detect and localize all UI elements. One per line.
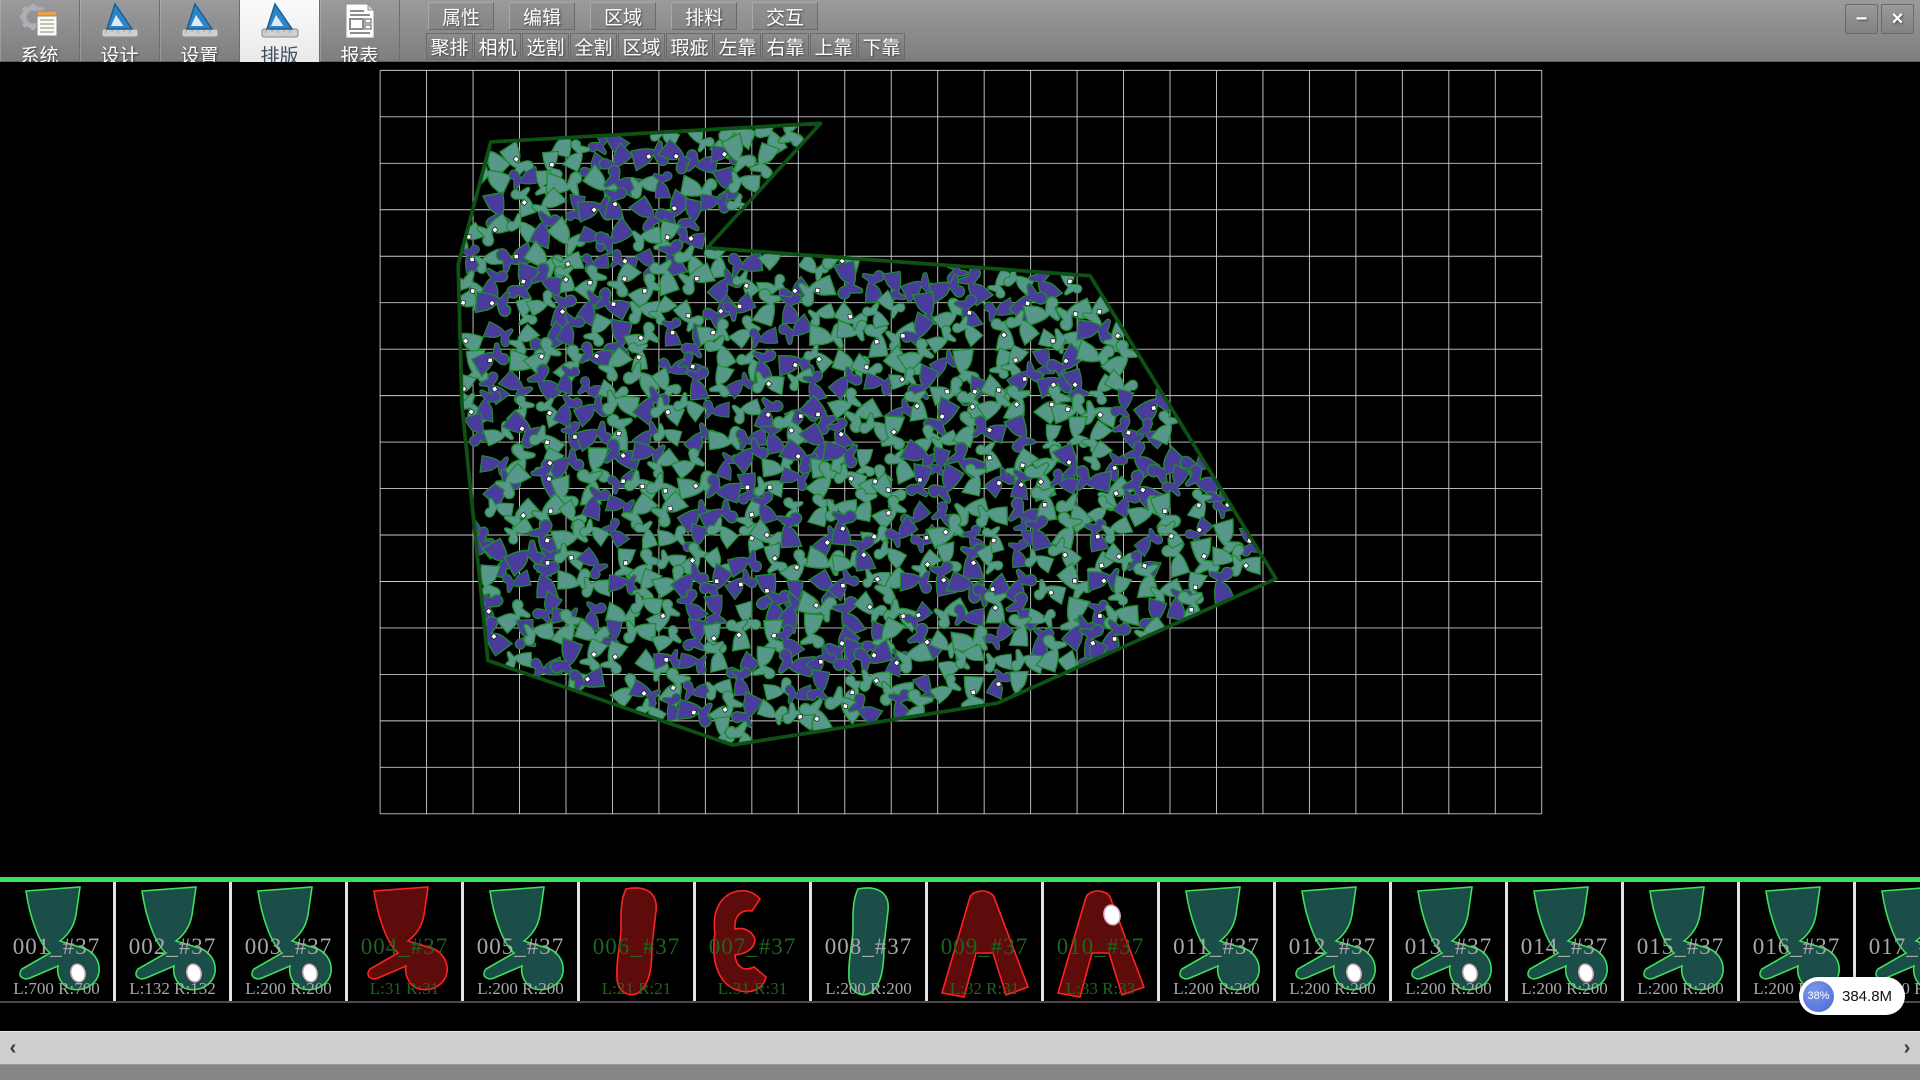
tool-button-snap-bottom[interactable]: 下靠 <box>858 33 905 60</box>
part-tile-label: 009_#37 <box>928 934 1041 960</box>
part-tile-label: 008_#37 <box>812 934 925 960</box>
part-tile-label: 011_#37 <box>1160 934 1273 960</box>
part-tile-lr-count: L:132 R:132 <box>116 979 229 999</box>
memory-badge[interactable]: 38% 384.8M <box>1799 977 1905 1015</box>
nesting-canvas[interactable] <box>0 62 1920 877</box>
scroll-left-icon[interactable]: ‹ <box>0 1037 26 1060</box>
main-tab-bar: 系统设计设置排版报表 <box>0 0 400 62</box>
part-tile-label: 003_#37 <box>232 934 345 960</box>
parts-filmstrip[interactable]: 001_#37 L:700 R:700002_#37 L:132 R:132003_… <box>0 882 1920 1003</box>
part-tile-014[interactable]: 014_#37 L:200 R:200 <box>1508 882 1624 1003</box>
canvas-svg <box>0 62 1920 877</box>
window-controls: − × <box>1845 4 1914 34</box>
part-tile-lr-count: L:31 R:31 <box>696 979 809 999</box>
part-tile-lr-count: L:200 R:200 <box>1160 979 1273 999</box>
part-tile-002[interactable]: 002_#37 L:132 R:132 <box>116 882 232 1003</box>
memory-size-label: 384.8M <box>1842 988 1892 1005</box>
tool-button-cut-all[interactable]: 全割 <box>570 33 617 60</box>
part-tile-004[interactable]: 004_#37 L:31 R:31 <box>348 882 464 1003</box>
part-tile-005[interactable]: 005_#37 L:200 R:200 <box>464 882 580 1003</box>
part-tile-label: 013_#37 <box>1392 934 1505 960</box>
part-tile-013[interactable]: 013_#37 L:200 R:200 <box>1392 882 1508 1003</box>
main-toolbar: 系统设计设置排版报表 属性编辑区域排料交互 聚排相机选割全割区域瑕疵左靠右靠上靠… <box>0 0 1920 62</box>
part-tile-label: 004_#37 <box>348 934 461 960</box>
part-tile-010[interactable]: 010_#37 L:33 R:33 <box>1044 882 1160 1003</box>
part-tile-lr-count: L:33 R:33 <box>1044 979 1157 999</box>
minimize-button[interactable]: − <box>1845 4 1878 34</box>
horizontal-scrollbar[interactable]: ‹ › <box>0 1031 1920 1064</box>
ruler-icon <box>258 2 302 40</box>
tab-system[interactable]: 系统 <box>0 0 80 62</box>
ruler-icon <box>178 2 222 40</box>
part-tile-lr-count: L:200 R:200 <box>1624 979 1737 999</box>
part-tile-lr-count: L:200 R:200 <box>464 979 577 999</box>
part-tile-015[interactable]: 015_#37 L:200 R:200 <box>1624 882 1740 1003</box>
part-tile-label: 015_#37 <box>1624 934 1737 960</box>
part-tile-label: 006_#37 <box>580 934 693 960</box>
part-tile-009[interactable]: 009_#37 L:32 R:31 <box>928 882 1044 1003</box>
menu-item-interact[interactable]: 交互 <box>752 2 818 30</box>
memory-percent-icon: 38% <box>1803 981 1834 1012</box>
part-tile-label: 016_#37 <box>1740 934 1853 960</box>
tool-button-cluster-nest[interactable]: 聚排 <box>426 33 473 60</box>
tool-button-camera[interactable]: 相机 <box>474 33 521 60</box>
tab-report[interactable]: 报表 <box>320 0 400 62</box>
part-tile-001[interactable]: 001_#37 L:700 R:700 <box>0 882 116 1003</box>
filmstrip-gap <box>0 1005 1920 1031</box>
menu-item-region[interactable]: 区域 <box>590 2 656 30</box>
status-bar <box>0 1064 1920 1080</box>
tool-button-flaw[interactable]: 瑕疵 <box>666 33 713 60</box>
part-tile-lr-count: L:31 R:31 <box>348 979 461 999</box>
part-tile-lr-count: L:200 R:200 <box>1392 979 1505 999</box>
part-tile-label: 017_#37 <box>1856 934 1920 960</box>
part-tile-012[interactable]: 012_#37 L:200 R:200 <box>1276 882 1392 1003</box>
application-window: 系统设计设置排版报表 属性编辑区域排料交互 聚排相机选割全割区域瑕疵左靠右靠上靠… <box>0 0 1920 1080</box>
part-tile-006[interactable]: 006_#37 L:21 R:21 <box>580 882 696 1003</box>
part-tile-011[interactable]: 011_#37 L:200 R:200 <box>1160 882 1276 1003</box>
scroll-right-icon[interactable]: › <box>1894 1037 1920 1060</box>
close-button[interactable]: × <box>1881 4 1914 34</box>
tool-button-select-cut[interactable]: 选割 <box>522 33 569 60</box>
part-tile-lr-count: L:700 R:700 <box>0 979 113 999</box>
part-tile-007[interactable]: 007_#37 L:31 R:31 <box>696 882 812 1003</box>
tab-design[interactable]: 设计 <box>80 0 160 62</box>
menu-item-edit[interactable]: 编辑 <box>509 2 575 30</box>
part-tile-lr-count: L:200 R:200 <box>1276 979 1389 999</box>
part-tile-lr-count: L:21 R:21 <box>580 979 693 999</box>
menu-item-nesting[interactable]: 排料 <box>671 2 737 30</box>
tab-layout[interactable]: 排版 <box>240 0 320 62</box>
part-tile-label: 007_#37 <box>696 934 809 960</box>
part-tile-label: 010_#37 <box>1044 934 1157 960</box>
tool-button-region[interactable]: 区域 <box>618 33 665 60</box>
tool-button-snap-left[interactable]: 左靠 <box>714 33 761 60</box>
part-tile-label: 001_#37 <box>0 934 113 960</box>
part-tile-label: 002_#37 <box>116 934 229 960</box>
tool-button-snap-right[interactable]: 右靠 <box>762 33 809 60</box>
report-icon <box>338 2 382 40</box>
part-tile-label: 014_#37 <box>1508 934 1621 960</box>
tool-button-row: 聚排相机选割全割区域瑕疵左靠右靠上靠下靠 <box>426 33 906 60</box>
tool-button-snap-top[interactable]: 上靠 <box>810 33 857 60</box>
part-tile-lr-count: L:200 R:200 <box>812 979 925 999</box>
part-tile-008[interactable]: 008_#37 L:200 R:200 <box>812 882 928 1003</box>
part-tile-lr-count: L:200 R:200 <box>1508 979 1621 999</box>
part-tile-label: 012_#37 <box>1276 934 1389 960</box>
tab-settings[interactable]: 设置 <box>160 0 240 62</box>
ruler-icon <box>98 2 142 40</box>
part-tile-003[interactable]: 003_#37 L:200 R:200 <box>232 882 348 1003</box>
menu-bar: 属性编辑区域排料交互 <box>428 2 833 30</box>
part-tile-lr-count: L:200 R:200 <box>232 979 345 999</box>
menu-item-properties[interactable]: 属性 <box>428 2 494 30</box>
part-tile-lr-count: L:32 R:31 <box>928 979 1041 999</box>
part-tile-label: 005_#37 <box>464 934 577 960</box>
gear-doc-icon <box>18 2 62 40</box>
